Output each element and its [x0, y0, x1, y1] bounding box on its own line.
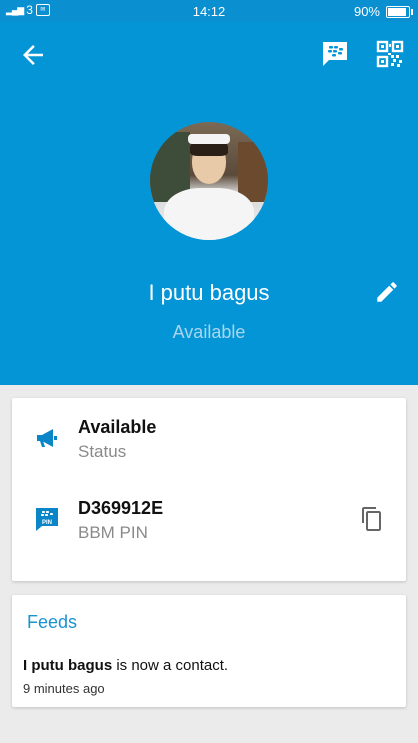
edit-pencil-icon: [377, 282, 397, 302]
bbm-pin-icon: PIN: [36, 508, 58, 531]
bbm-chat-icon: [323, 42, 347, 66]
feed-item-time: 9 minutes ago: [23, 681, 105, 696]
avatar-background: [238, 142, 268, 202]
contact-info-card: Available Status PIN D369912E BBM PIN: [12, 398, 406, 581]
status-bar: ▂▄▆ 3 ✉ 14:12 90%: [0, 0, 418, 22]
status-label: Status: [78, 442, 127, 461]
status-bar-right: 90%: [353, 4, 413, 19]
bbm-pin-label: BBM PIN: [78, 523, 148, 542]
feed-item-name: I putu bagus: [23, 657, 113, 674]
back-arrow-icon: [23, 45, 43, 65]
pin-icon-text: PIN: [42, 520, 52, 526]
feeds-card: Feeds I putu bagus is now a contact. 9 m…: [12, 595, 406, 707]
back-button[interactable]: [18, 40, 48, 70]
bbm-chat-button[interactable]: [320, 39, 350, 69]
copy-icon: [362, 507, 381, 531]
feed-item-text: is now a contact.: [112, 657, 229, 674]
status-value: Available: [78, 417, 157, 437]
avatar-shirt: [164, 188, 254, 240]
battery-percent: 90%: [353, 4, 380, 19]
bbm-pin-value: D369912E: [78, 498, 164, 518]
edit-profile-button[interactable]: [374, 279, 400, 305]
profile-name: I putu bagus: [148, 280, 270, 305]
battery-icon: [386, 5, 413, 18]
qr-code-icon: [376, 40, 404, 68]
avatar-headband: [188, 134, 230, 144]
feeds-title: Feeds: [27, 612, 78, 632]
megaphone-icon: [37, 429, 57, 447]
copy-pin-button[interactable]: [360, 506, 384, 532]
profile-status: Available: [172, 322, 246, 342]
battery-fill: [388, 7, 406, 16]
profile-header: I putu bagus Available: [0, 22, 418, 385]
qr-code-button[interactable]: [376, 40, 404, 68]
feed-item[interactable]: I putu bagus is now a contact.: [23, 657, 228, 674]
profile-avatar[interactable]: [150, 122, 268, 240]
